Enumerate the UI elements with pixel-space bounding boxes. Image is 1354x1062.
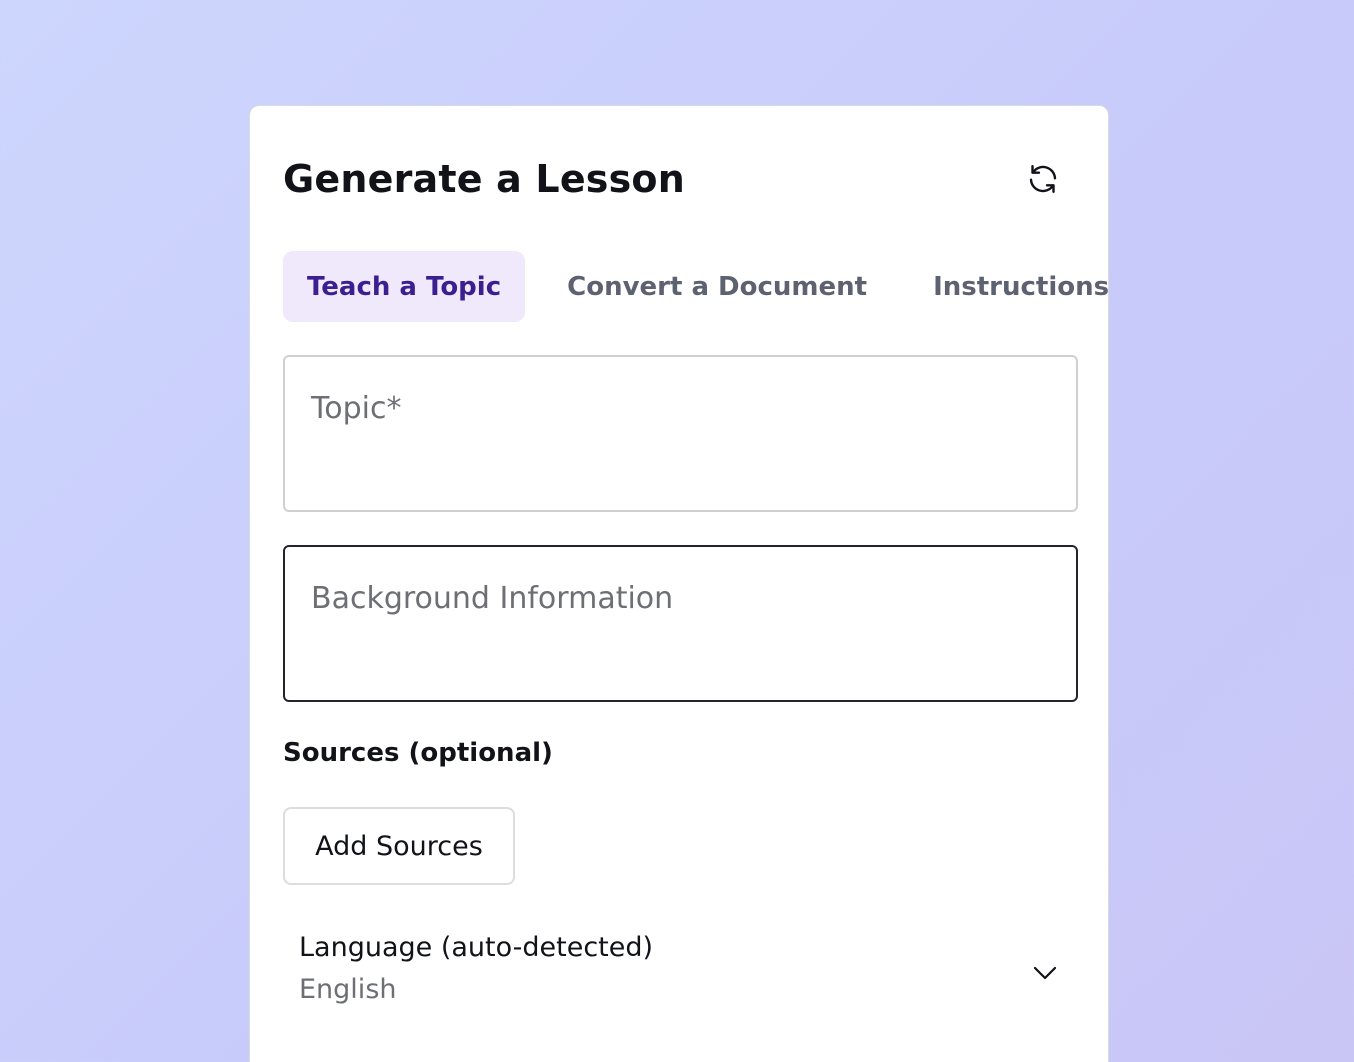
mode-tabs: Teach a Topic Convert a Document Instruc… bbox=[283, 251, 1133, 322]
card-header: Generate a Lesson bbox=[283, 154, 1075, 204]
language-label: Language (auto-detected) bbox=[299, 932, 654, 963]
tab-teach-a-topic[interactable]: Teach a Topic bbox=[283, 251, 526, 322]
topic-input[interactable] bbox=[285, 357, 1076, 510]
background-information-field bbox=[283, 545, 1078, 702]
lesson-generator-card: Generate a Lesson Teach a Topic Convert … bbox=[249, 105, 1109, 1062]
sources-label: Sources (optional) bbox=[283, 738, 553, 768]
chevron-down-icon bbox=[1033, 966, 1057, 980]
page-title: Generate a Lesson bbox=[283, 157, 685, 201]
tab-instructions[interactable]: Instructions bbox=[909, 251, 1133, 322]
background-information-input[interactable] bbox=[285, 547, 1076, 700]
refresh-icon bbox=[1029, 165, 1057, 193]
tab-convert-a-document[interactable]: Convert a Document bbox=[543, 251, 891, 322]
language-select[interactable]: Language (auto-detected) English bbox=[283, 924, 1078, 1024]
topic-field bbox=[283, 355, 1078, 512]
language-value: English bbox=[299, 974, 397, 1005]
add-sources-button[interactable]: Add Sources bbox=[283, 807, 515, 885]
refresh-button[interactable] bbox=[1023, 159, 1063, 199]
